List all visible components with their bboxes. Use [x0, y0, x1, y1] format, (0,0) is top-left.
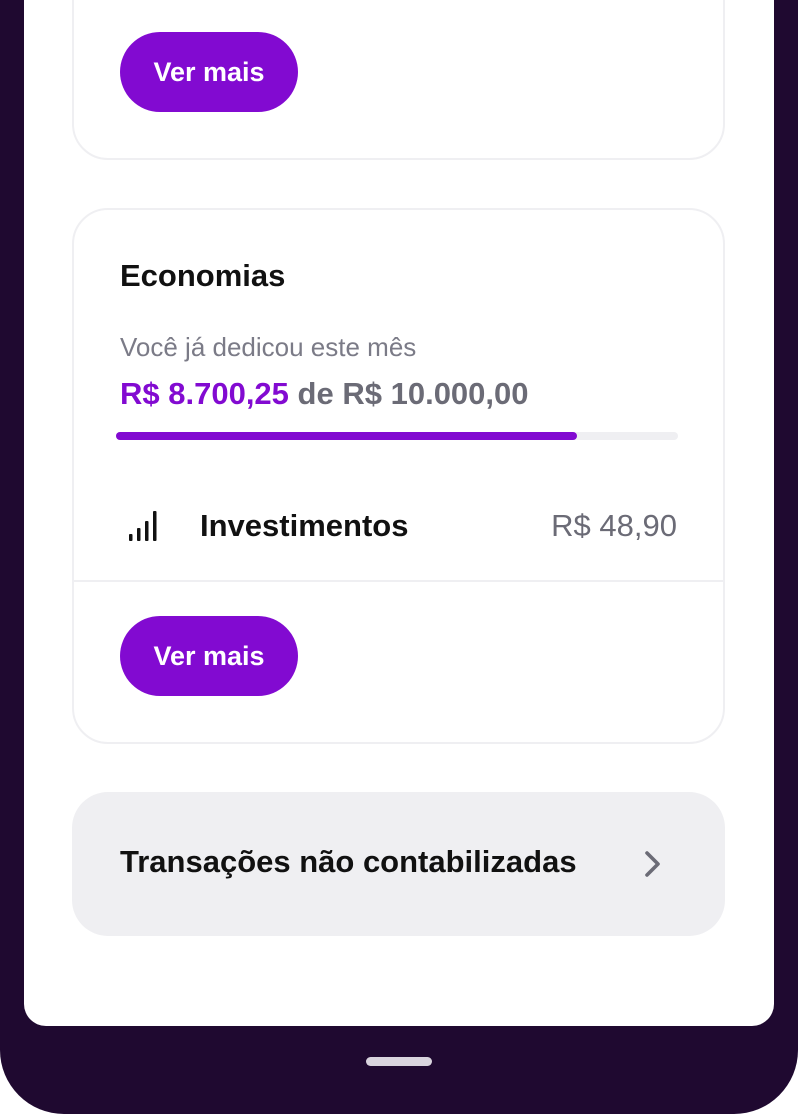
- economias-subtitle: Você já dedicou este mês: [120, 332, 417, 362]
- investimentos-value: R$ 48,90: [551, 508, 677, 543]
- amount-saved: R$ 8.700,25: [120, 376, 289, 411]
- economias-title: Economias: [120, 258, 286, 293]
- home-indicator[interactable]: [366, 1057, 432, 1066]
- previous-section-card: Ver mais: [72, 0, 725, 160]
- savings-progress-bar: [116, 432, 678, 440]
- savings-progress-fill: [116, 432, 577, 440]
- amount-connector: de: [297, 376, 334, 411]
- economias-card: Economias Você já dedicou este mês R$ 8.…: [72, 208, 725, 744]
- ver-mais-button-economias[interactable]: Ver mais: [120, 616, 298, 696]
- signal-bars-icon: [129, 511, 157, 541]
- transacoes-nao-contabilizadas-item[interactable]: Transações não contabilizadas: [72, 792, 725, 936]
- ver-mais-button-top[interactable]: Ver mais: [120, 32, 298, 112]
- device-frame: Ver mais Economias Você já dedicou este …: [0, 0, 798, 1114]
- app-screen: Ver mais Economias Você já dedicou este …: [24, 0, 774, 1026]
- transacoes-label: Transações não contabilizadas: [120, 844, 577, 879]
- economias-amount: R$ 8.700,25 de R$ 10.000,00: [120, 376, 529, 412]
- amount-goal: R$ 10.000,00: [342, 376, 529, 411]
- investimentos-row[interactable]: Investimentos R$ 48,90: [74, 486, 723, 582]
- chevron-right-icon: [645, 851, 660, 877]
- investimentos-label: Investimentos: [200, 508, 409, 543]
